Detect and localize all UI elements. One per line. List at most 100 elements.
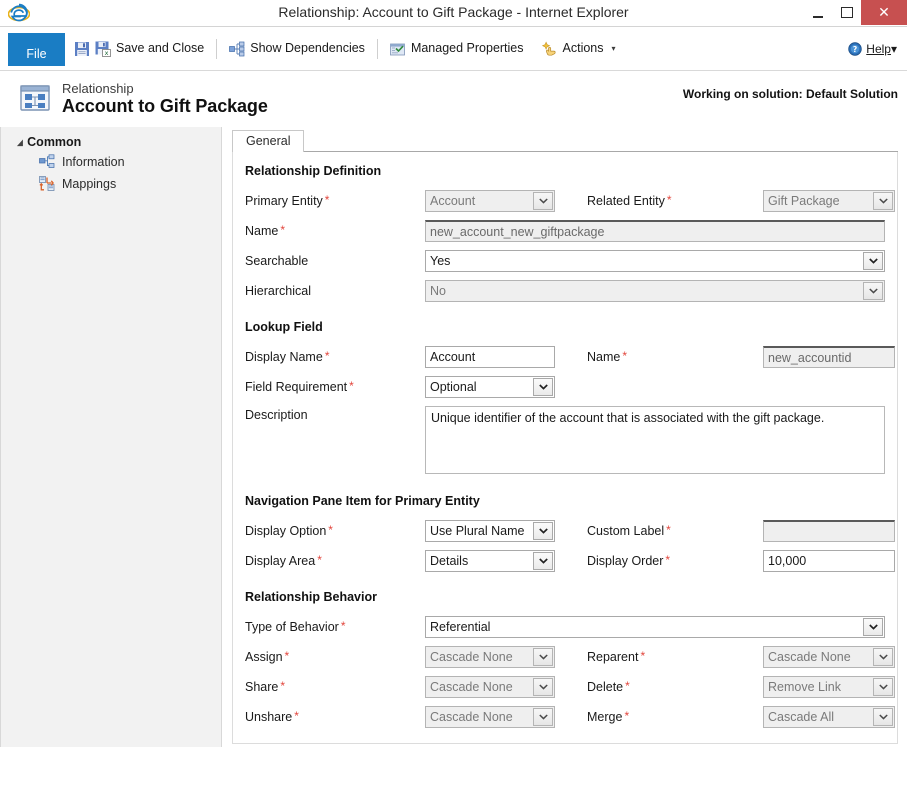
chevron-down-icon xyxy=(873,708,893,726)
relationship-name-input[interactable]: new_account_new_giftpackage xyxy=(425,220,885,242)
row-display-name-name: Display Name * Account Name * new_accounti… xyxy=(245,342,897,372)
lookup-name-input[interactable]: new_accountid xyxy=(763,346,895,368)
chevron-down-icon xyxy=(873,648,893,666)
primary-entity-dropdown[interactable]: Account xyxy=(425,190,555,212)
type-of-behavior-label: Type of Behavior * xyxy=(245,619,346,634)
display-area-label: Display Area * xyxy=(245,553,322,568)
section-title: Relationship Definition xyxy=(245,164,382,178)
save-icon xyxy=(74,41,90,57)
display-name-label: Display Name * xyxy=(245,349,330,364)
custom-label-input[interactable] xyxy=(763,520,895,542)
row-display-area-order: Display Area * Details Display Order * 1… xyxy=(245,546,897,576)
sidebar-item-label: Mappings xyxy=(62,177,117,191)
delete-dropdown[interactable]: Remove Link xyxy=(763,676,895,698)
share-value: Cascade None xyxy=(430,680,513,694)
actions-label: Actions xyxy=(562,41,604,56)
tab-general[interactable]: General xyxy=(232,130,305,152)
required-marker: * xyxy=(280,679,286,693)
row-display-option-custom-label: Display Option * Use Plural Name Custom L… xyxy=(245,516,897,546)
reparent-label: Reparent * xyxy=(587,649,646,664)
assign-dropdown[interactable]: Cascade None xyxy=(425,646,555,668)
hierarchical-value: No xyxy=(430,284,446,298)
close-button[interactable]: ✕ xyxy=(861,0,907,25)
chevron-down-icon xyxy=(863,618,883,636)
maximize-button[interactable] xyxy=(832,0,861,25)
chevron-down-icon xyxy=(533,708,553,726)
required-marker: * xyxy=(294,709,299,723)
section-navigation-pane-item: Navigation Pane Item for Primary Entity … xyxy=(245,494,897,576)
required-marker: * xyxy=(666,523,671,537)
hierarchical-dropdown[interactable]: No xyxy=(425,280,885,302)
required-marker: * xyxy=(640,649,646,663)
row-description: Description Unique identifier of the acc… xyxy=(245,406,897,474)
page-title: Account to Gift Package xyxy=(62,96,268,117)
window-controls: ✕ xyxy=(803,0,907,25)
share-dropdown[interactable]: Cascade None xyxy=(425,676,555,698)
chevron-down-icon xyxy=(533,648,553,666)
reparent-dropdown[interactable]: Cascade None xyxy=(763,646,895,668)
lookup-display-name-input[interactable]: Account xyxy=(425,346,555,368)
save-and-close-button[interactable]: x Save and Close xyxy=(65,27,213,70)
managed-properties-label: Managed Properties xyxy=(410,41,524,56)
sidebar-group-common[interactable]: ◢ Common xyxy=(1,133,221,151)
required-marker: * xyxy=(625,679,630,693)
header-texts: Relationship Account to Gift Package xyxy=(62,82,268,117)
file-tab[interactable]: File xyxy=(8,33,65,66)
field-requirement-dropdown[interactable]: Optional xyxy=(425,376,555,398)
assign-value: Cascade None xyxy=(430,650,513,664)
share-label: Share * xyxy=(245,679,286,694)
searchable-value: Yes xyxy=(430,254,451,268)
command-separator-2 xyxy=(376,38,378,59)
section-relationship-behavior: Relationship Behavior Type of Behavior * … xyxy=(245,590,897,732)
row-type-of-behavior: Type of Behavior * Referential xyxy=(245,612,897,642)
display-area-value: Details xyxy=(430,554,469,568)
display-option-label: Display Option * xyxy=(245,523,333,538)
assign-label: Assign * xyxy=(245,649,290,664)
information-icon xyxy=(39,154,55,170)
type-of-behavior-dropdown[interactable]: Referential xyxy=(425,616,885,638)
searchable-dropdown[interactable]: Yes xyxy=(425,250,885,272)
required-marker: * xyxy=(324,193,330,207)
show-dependencies-button[interactable]: Show Dependencies xyxy=(220,27,374,70)
relationship-entity-icon xyxy=(18,82,52,116)
chevron-down-icon-help: ▾ xyxy=(890,41,897,56)
help-button[interactable]: ? Help ▾ xyxy=(848,27,897,70)
primary-entity-value: Account xyxy=(430,194,476,208)
page-header: Relationship Account to Gift Package Wor… xyxy=(0,71,907,127)
display-order-input[interactable]: 10,000 xyxy=(763,550,895,572)
actions-button[interactable]: Actions ▾ xyxy=(533,27,625,70)
unshare-dropdown[interactable]: Cascade None xyxy=(425,706,555,728)
section-title: Relationship Behavior xyxy=(245,590,377,604)
sidebar-item-information[interactable]: Information xyxy=(1,151,221,173)
lookup-name-label: Name * xyxy=(587,349,628,364)
window-title-bar: Relationship: Account to Gift Package - … xyxy=(0,0,907,26)
required-marker: * xyxy=(666,193,672,207)
required-marker: * xyxy=(317,553,322,567)
required-marker: * xyxy=(324,349,330,363)
managed-properties-button[interactable]: Managed Properties xyxy=(381,27,533,70)
save-and-close-label: Save and Close xyxy=(116,41,205,56)
show-dependencies-label: Show Dependencies xyxy=(250,41,365,56)
required-marker: * xyxy=(280,223,286,237)
display-option-dropdown[interactable]: Use Plural Name xyxy=(425,520,555,542)
reparent-value: Cascade None xyxy=(768,650,851,664)
display-area-dropdown[interactable]: Details xyxy=(425,550,555,572)
minimize-button[interactable] xyxy=(803,0,832,25)
form-panel: Relationship Definition Primary Entity * … xyxy=(232,152,898,744)
field-requirement-label: Field Requirement * xyxy=(245,379,354,394)
save-and-close-icon: x xyxy=(95,41,111,57)
merge-dropdown[interactable]: Cascade All xyxy=(763,706,895,728)
related-entity-dropdown[interactable]: Gift Package xyxy=(763,190,895,212)
description-textarea[interactable]: Unique identifier of the account that is… xyxy=(425,406,885,474)
sidebar-item-mappings[interactable]: Mappings xyxy=(1,173,221,195)
required-marker: * xyxy=(328,523,333,537)
display-option-value: Use Plural Name xyxy=(430,524,525,538)
name-label: Name * xyxy=(245,223,286,238)
section-title: Navigation Pane Item for Primary Entity xyxy=(245,494,480,508)
display-order-label: Display Order * xyxy=(587,553,671,568)
required-marker: * xyxy=(349,379,354,393)
managed-properties-icon xyxy=(390,41,406,57)
hierarchical-label: Hierarchical xyxy=(245,284,311,298)
row-share-delete: Share * Cascade None Delete * Remove Lin… xyxy=(245,672,897,702)
